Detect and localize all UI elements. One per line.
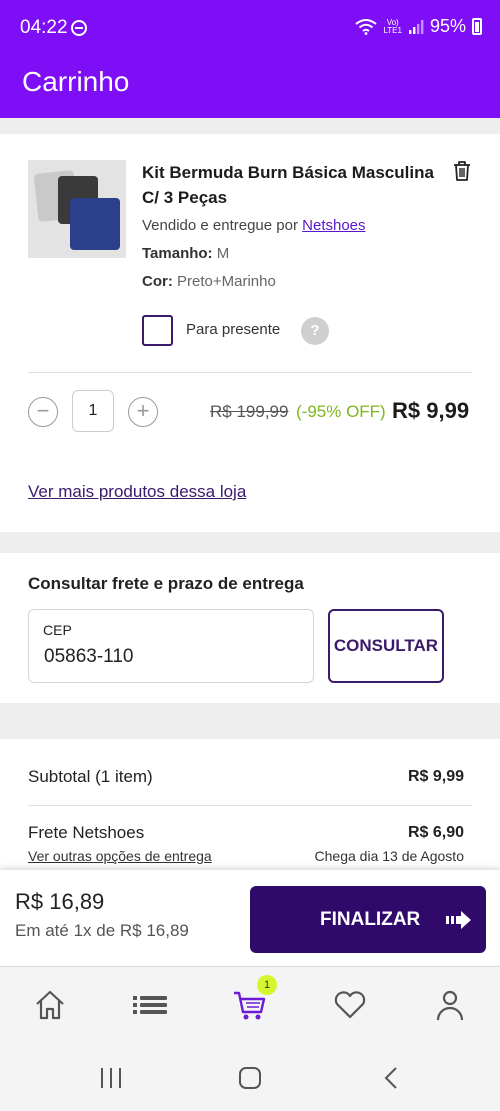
- heart-icon[interactable]: [332, 987, 368, 1023]
- shipping-value: R$ 6,90: [407, 824, 464, 841]
- battery-icon: [472, 18, 482, 35]
- finalize-label: FINALIZAR: [320, 909, 421, 930]
- cart-badge: 1: [257, 975, 277, 995]
- subtotal-label: Subtotal (1 item): [28, 767, 153, 786]
- battery-percent: 95%: [429, 16, 466, 36]
- home-icon[interactable]: [32, 987, 68, 1023]
- increment-button[interactable]: +: [128, 397, 158, 427]
- size-value: M: [216, 245, 230, 262]
- more-products-link[interactable]: Ver mais produtos dessa loja: [28, 482, 246, 502]
- seller-prefix: Vendido e entregue por: [142, 217, 298, 234]
- freight-title: Consultar frete e prazo de entrega: [28, 574, 304, 593]
- page-title: Carrinho: [22, 66, 130, 97]
- cep-label: CEP: [43, 622, 72, 638]
- user-icon[interactable]: [432, 987, 468, 1023]
- product-image[interactable]: [28, 160, 126, 258]
- arrival-date: Chega dia 13 de Agosto: [314, 848, 464, 864]
- divider: [28, 805, 472, 806]
- app-bar: Carrinho: [0, 56, 500, 118]
- recent-apps-icon[interactable]: [98, 1066, 124, 1090]
- color-attribute: Cor: Preto+Marinho: [142, 273, 276, 290]
- signal-icon: [408, 19, 424, 34]
- order-total: R$ 16,89: [15, 889, 105, 914]
- subtotal-value: R$ 9,99: [407, 768, 464, 785]
- color-value: Preto+Marinho: [177, 273, 276, 290]
- order-summary: Subtotal (1 item) R$ 9,99 Frete Netshoes…: [0, 739, 500, 879]
- divider: [28, 372, 472, 373]
- installments-text: Em até 1x de R$ 16,89: [15, 921, 189, 940]
- quantity-input[interactable]: 1: [72, 390, 114, 432]
- volte-indicator: Vo) LTE1: [383, 17, 402, 35]
- bottom-nav: 1: [0, 966, 500, 1046]
- trash-icon[interactable]: [452, 160, 472, 182]
- color-label: Cor:: [142, 273, 173, 290]
- cep-input[interactable]: CEP 05863-110: [28, 609, 314, 683]
- old-price: R$ 199,99: [210, 402, 289, 421]
- cep-value[interactable]: 05863-110: [44, 646, 133, 668]
- shipping-label: Frete Netshoes: [28, 823, 145, 842]
- list-icon[interactable]: [132, 987, 168, 1023]
- product-price: R$ 9,99: [392, 398, 470, 423]
- status-time: 04:22: [20, 17, 68, 38]
- consult-button[interactable]: CONSULTAR: [328, 609, 444, 683]
- checkout-bar: R$ 16,89 Em até 1x de R$ 16,89 FINALIZAR: [0, 870, 500, 966]
- delivery-options-link[interactable]: Ver outras opções de entrega: [28, 848, 212, 864]
- cart-item-card: Kit Bermuda Burn Básica Masculina C/ 3 P…: [0, 134, 500, 532]
- gift-checkbox[interactable]: [142, 315, 173, 346]
- decrement-button[interactable]: −: [28, 397, 58, 427]
- size-label: Tamanho:: [142, 245, 213, 262]
- home-button-icon[interactable]: [238, 1066, 262, 1090]
- finalize-button[interactable]: FINALIZAR: [250, 886, 486, 953]
- seller-info: Vendido e entregue por Netshoes: [142, 217, 366, 234]
- freight-card: Consultar frete e prazo de entrega CEP 0…: [0, 553, 500, 703]
- gift-label: Para presente: [186, 321, 281, 338]
- status-bar: 04:22 Vo) LTE1 95%: [0, 0, 500, 56]
- seller-link[interactable]: Netshoes: [302, 217, 365, 234]
- product-name[interactable]: Kit Bermuda Burn Básica Masculina C/ 3 P…: [142, 160, 447, 210]
- do-not-disturb-icon: [71, 20, 87, 36]
- help-icon[interactable]: ?: [301, 317, 329, 345]
- wifi-icon: [355, 18, 378, 35]
- back-icon[interactable]: [382, 1066, 400, 1090]
- status-indicators: Vo) LTE1 95%: [355, 16, 482, 37]
- discount-badge: (-95% OFF): [296, 402, 386, 421]
- cart-nav-item[interactable]: 1: [232, 975, 277, 1023]
- size-attribute: Tamanho: M: [142, 245, 229, 262]
- system-nav-bar: [0, 1046, 500, 1111]
- arrow-right-icon: [446, 911, 471, 929]
- product-shorts-navy: [70, 198, 120, 250]
